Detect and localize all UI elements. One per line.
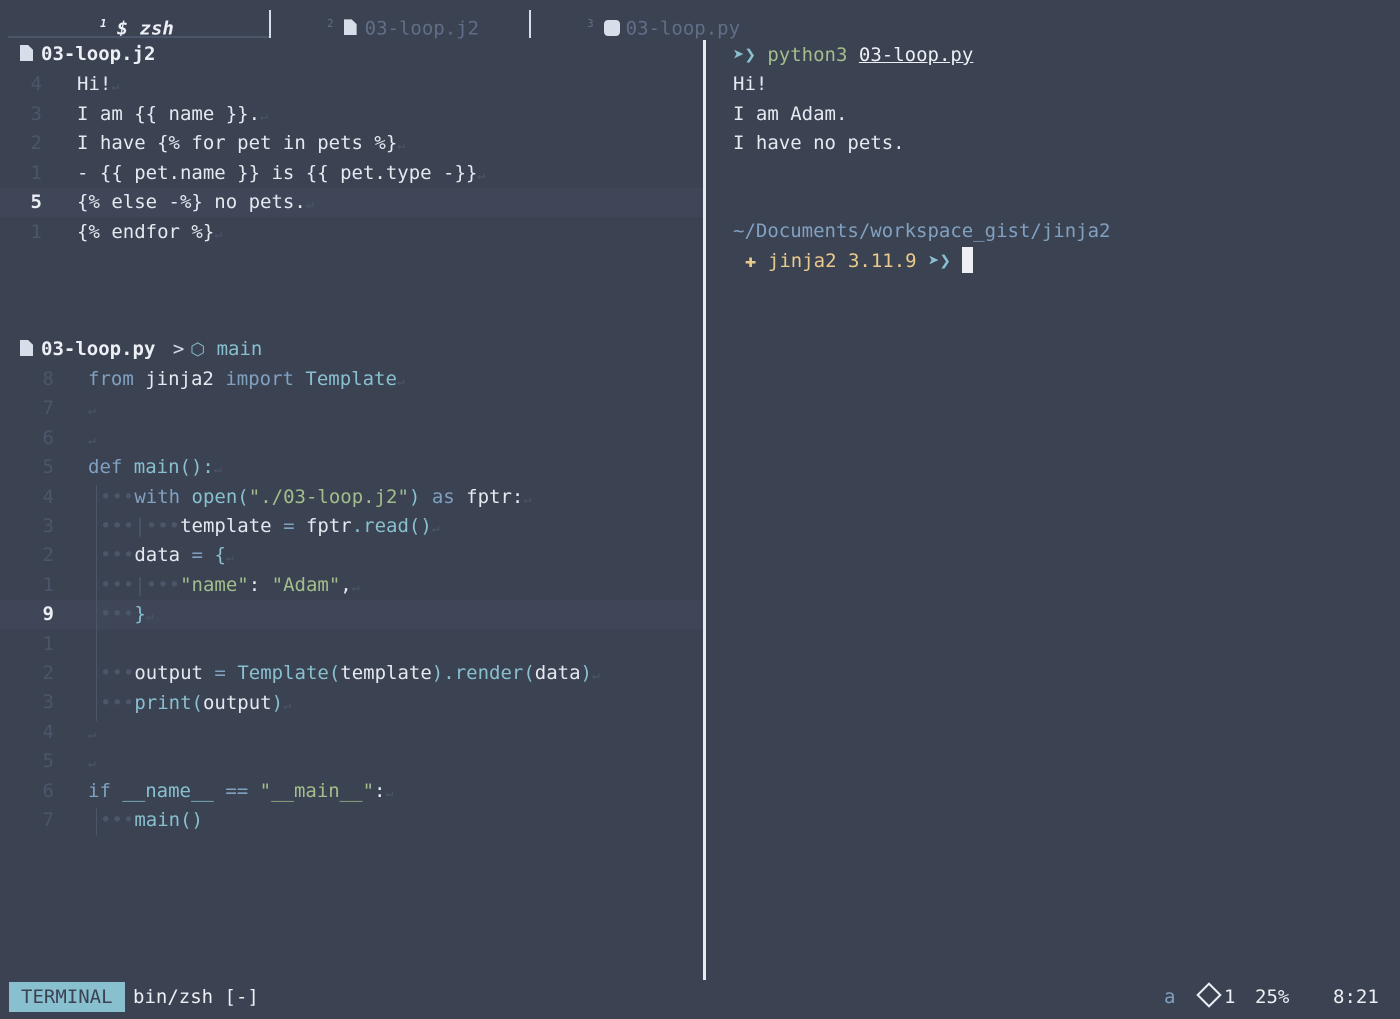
file-icon xyxy=(20,340,33,356)
bird-icon: ➤❯ xyxy=(928,250,951,272)
code-text: Hi!↵ xyxy=(77,73,120,95)
code-line: •••main() xyxy=(100,809,203,831)
code-line: •••with open("./03-loop.j2") as fptr:↵ xyxy=(100,486,532,508)
terminal-cwd: ~/Documents/workspace_gist/jinja2 xyxy=(733,220,1111,242)
breadcrumb-separator: > xyxy=(172,338,185,360)
tab-divider xyxy=(269,10,271,38)
code-line: •••|•••"name": "Adam",↵ xyxy=(100,574,360,596)
file-icon xyxy=(20,45,33,61)
line-number: 3 xyxy=(30,102,42,125)
code-line: •••print(output)↵ xyxy=(100,692,291,714)
code-text: I am {{ name }}.↵ xyxy=(77,102,268,125)
line-number: 1 xyxy=(42,632,54,655)
indent-guide xyxy=(96,485,97,721)
line-number: 2 xyxy=(42,662,54,684)
status-file: bin/zsh [-] xyxy=(133,986,259,1008)
python-icon xyxy=(603,20,620,37)
line-number: 8 xyxy=(42,368,54,390)
code-line: if __name__ == "__main__":↵ xyxy=(88,780,394,802)
cube-icon xyxy=(1196,982,1222,1008)
line-number: 5 xyxy=(30,191,42,213)
tab-divider xyxy=(529,10,531,38)
tab-03-loop-j2[interactable]: 2 03-loop.j2 xyxy=(327,0,479,40)
line-number: 4 xyxy=(30,73,42,95)
tab-bar: 1 $ zsh 2 03-loop.j2 3 03-loop.py xyxy=(0,0,1400,40)
code-line: •••|•••template = fptr.read()↵ xyxy=(100,515,440,537)
tab-zsh[interactable]: 1 $ zsh xyxy=(100,0,174,40)
code-line: 3 I am {{ name }}.↵ xyxy=(0,100,700,129)
line-number: 4 xyxy=(42,720,54,743)
status-bar: TERMINAL bin/zsh [-] a 1 25% 8:21 xyxy=(0,980,1400,1019)
terminal-output-line: Hi! xyxy=(733,73,768,95)
line-number: 5 xyxy=(42,750,54,773)
status-lsp[interactable]: 1 xyxy=(1196,982,1235,1012)
mode-indicator: TERMINAL xyxy=(9,982,125,1012)
code-line: •••data = {↵ xyxy=(100,544,234,566)
line-number: 3 xyxy=(42,691,54,714)
line-number: 9 xyxy=(42,603,54,626)
code-line: •••output = Template(template).render(da… xyxy=(100,662,600,684)
status-percent: 25% xyxy=(1255,986,1290,1008)
bird-icon: ➤❯ xyxy=(733,44,756,66)
tab-label: 03-loop.j2 xyxy=(364,17,480,40)
terminal-output-line: I have no pets. xyxy=(733,132,905,154)
indent-guide xyxy=(96,808,97,836)
line-number: 1 xyxy=(42,573,54,596)
tab-03-loop-py[interactable]: 3 03-loop.py xyxy=(587,0,740,40)
line-number: 2 xyxy=(42,544,54,567)
code-line: •••}↵ xyxy=(100,603,154,625)
line-number: 1 xyxy=(30,220,42,243)
code-line: 4 Hi!↵ xyxy=(0,70,700,99)
code-line: 1 {% endfor %}↵ xyxy=(0,218,700,247)
active-tab-indicator xyxy=(8,36,270,38)
status-register: a xyxy=(1164,986,1176,1008)
status-position: 8:21 xyxy=(1333,986,1379,1008)
terminal-command-line: ➤❯ python3 03-loop.py xyxy=(733,44,974,66)
code-text: {% endfor %}↵ xyxy=(77,220,223,243)
code-line: ↵ xyxy=(88,433,96,448)
code-line: 5 {% else -%} no pets.↵ xyxy=(0,188,700,217)
code-line: from jinja2 import Template↵ xyxy=(88,368,405,390)
terminal-cursor xyxy=(962,247,974,273)
code-text: I have {% for pet in pets %}↵ xyxy=(77,132,406,154)
editor-pane-py[interactable]: 03-loop.py > ⬡ main 8 7 6 5 4 3 2 1 9 1 2 3 4 5 6 7 from… xyxy=(0,335,703,975)
line-number: 7 xyxy=(42,809,54,831)
terminal-pane[interactable] xyxy=(706,40,1400,980)
code-line: ↵ xyxy=(88,727,96,742)
line-number: 3 xyxy=(42,515,54,537)
code-line: 1 - {{ pet.name }} is {{ pet.type -}}↵ xyxy=(0,159,700,188)
line-number: 1 xyxy=(30,161,42,184)
line-number: 4 xyxy=(42,485,54,508)
python-icon: ✚ xyxy=(745,250,757,272)
editor-pane-j2[interactable]: 03-loop.j2 4 Hi!↵ 3 I am {{ name }}.↵ 2 I hav… xyxy=(0,40,703,320)
tab-label: 03-loop.py xyxy=(625,17,741,40)
pane-title: 03-loop.py > ⬡ main xyxy=(20,337,262,362)
breadcrumb[interactable]: main xyxy=(217,338,263,360)
pane-title: 03-loop.j2 xyxy=(20,42,155,66)
code-line: 2 I have {% for pet in pets %}↵ xyxy=(0,129,700,158)
code-text: - {{ pet.name }} is {{ pet.type -}}↵ xyxy=(77,161,486,184)
line-number: 6 xyxy=(42,779,54,802)
line-number: 7 xyxy=(42,397,54,420)
line-number: 6 xyxy=(42,426,54,449)
code-text: {% else -%} no pets.↵ xyxy=(77,191,314,213)
code-line: ↵ xyxy=(88,403,96,418)
line-number: 5 xyxy=(42,456,54,479)
code-line: ↵ xyxy=(88,756,96,771)
terminal-output-line: I am Adam. xyxy=(733,103,848,125)
terminal-prompt[interactable]: ✚ jinja2 3.11.9 ➤❯ xyxy=(745,247,974,276)
cube-icon: ⬡ xyxy=(190,340,206,360)
line-number: 2 xyxy=(30,132,42,154)
code-line: def main():↵ xyxy=(88,456,222,478)
file-icon xyxy=(343,19,357,36)
